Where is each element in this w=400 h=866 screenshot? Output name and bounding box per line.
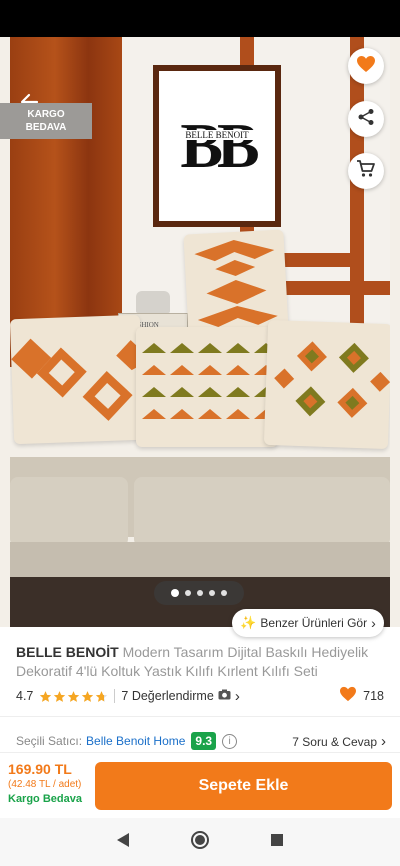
photo-sofa-seat: [134, 477, 390, 547]
heart-icon: [339, 686, 357, 705]
pillow-2: [10, 314, 145, 445]
unit-price: (42.48 TL / adet): [8, 779, 82, 790]
nav-back-icon[interactable]: [116, 832, 130, 853]
badge-line-2: BEDAVA: [25, 122, 67, 133]
photo-wall-stripe: [278, 281, 390, 295]
reviews-label: 7 Değerlendirme: [121, 689, 214, 703]
seller-row: Seçili Satıcı: Belle Benoit Home 9.3 i 7…: [16, 730, 386, 752]
free-shipping-badge: KARGO BEDAVA: [0, 103, 92, 139]
heart-icon: [356, 55, 376, 78]
star-icon: [96, 690, 108, 702]
photo-sofa-base: [10, 542, 390, 578]
star-icon: [54, 690, 66, 702]
photo-vase: [136, 291, 170, 313]
photo-wall-frame: BB BELLE BENOIT: [153, 65, 281, 227]
nav-home-icon[interactable]: [190, 830, 210, 855]
pillow-3: [136, 327, 278, 447]
chevron-right-icon: ›: [234, 687, 240, 705]
similar-products-button[interactable]: ✨ Benzer Ürünleri Gör ›: [232, 609, 384, 637]
favorites[interactable]: 718: [339, 686, 384, 705]
status-bar: [0, 0, 400, 37]
pillow-4: [263, 319, 390, 450]
favorite-button[interactable]: [348, 48, 384, 84]
similar-products-label: Benzer Ürünleri Gör: [260, 616, 368, 630]
badge-line-1: KARGO: [27, 109, 65, 120]
product-brand[interactable]: BELLE BENOİT: [16, 644, 119, 660]
price: 169.90 TL: [8, 761, 72, 777]
carousel-dot[interactable]: [197, 590, 203, 596]
add-to-cart-button[interactable]: Sepete Ekle: [95, 762, 392, 810]
cart-button[interactable]: [348, 153, 384, 189]
sparkle-icon: ✨: [240, 615, 257, 630]
carousel-pagination[interactable]: [154, 581, 244, 605]
product-title: BELLE BENOİT Modern Tasarım Dijital Bask…: [16, 643, 384, 681]
chevron-right-icon: ›: [381, 733, 386, 750]
divider: [0, 716, 400, 717]
qa-label: 7 Soru & Cevap: [292, 734, 377, 749]
logo-letters: BB: [180, 110, 259, 181]
cart-icon: [356, 159, 376, 184]
reviews-link[interactable]: 7 Değerlendirme ›: [121, 688, 239, 705]
star-icon: [68, 690, 80, 702]
carousel-dot[interactable]: [171, 589, 179, 597]
questions-answers-link[interactable]: 7 Soru & Cevap ›: [292, 733, 386, 750]
seller-name-link[interactable]: Belle Benoit Home: [86, 734, 185, 748]
rating-stars: [39, 690, 108, 703]
camera-icon: [218, 689, 231, 703]
carousel-dot[interactable]: [185, 590, 191, 596]
free-shipping-label: Kargo Bedava: [8, 793, 82, 805]
divider: [114, 689, 116, 703]
photo-sofa-seat: [10, 477, 128, 547]
info-icon[interactable]: i: [222, 733, 238, 749]
chevron-right-icon: ›: [371, 615, 376, 631]
system-nav-bar: [0, 818, 400, 866]
seller-score-badge: 9.3: [191, 732, 217, 750]
product-image-carousel[interactable]: BB BELLE BENOIT FASHION KARGO BEDAVA: [0, 37, 400, 627]
photo-wall-stripe: [350, 37, 364, 367]
rating-row: 4.7 7 Değerlendirme › 718: [16, 686, 384, 706]
favorites-count: 718: [363, 688, 384, 703]
rating-value: 4.7: [16, 689, 34, 703]
carousel-dot[interactable]: [209, 590, 215, 596]
bottom-purchase-bar: 169.90 TL (42.48 TL / adet) Kargo Bedava…: [0, 752, 400, 818]
share-button[interactable]: [348, 101, 384, 137]
nav-recents-icon[interactable]: [270, 833, 284, 852]
logo-brand: BELLE BENOIT: [159, 130, 275, 140]
star-icon: [82, 690, 94, 702]
carousel-dot[interactable]: [221, 590, 227, 596]
share-icon: [357, 108, 375, 131]
star-icon: [40, 690, 52, 702]
seller-label: Seçili Satıcı:: [16, 734, 83, 748]
